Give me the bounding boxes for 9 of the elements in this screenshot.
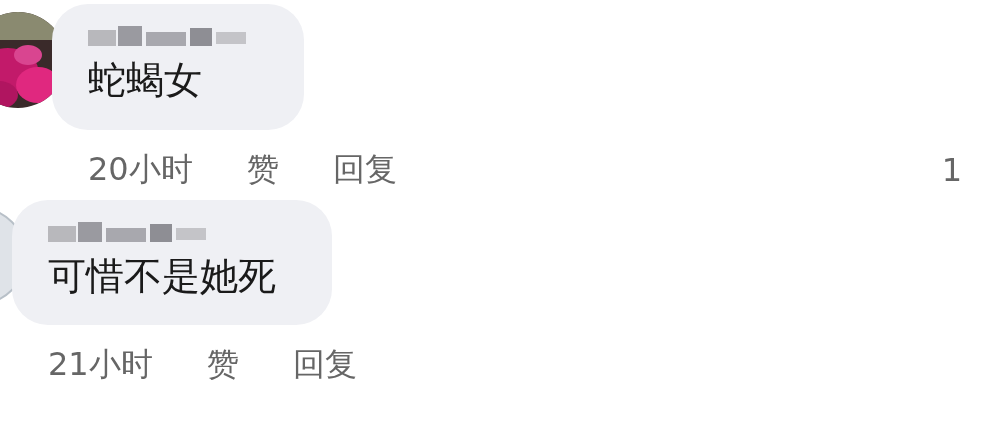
- like-link[interactable]: 赞: [246, 147, 279, 192]
- comment-time: 20小时: [88, 148, 193, 190]
- comment-text: 蛇蝎女: [88, 58, 203, 104]
- comment-time: 21小时: [48, 344, 153, 386]
- reaction-count: 1: [941, 150, 962, 189]
- like-link[interactable]: 赞: [206, 343, 239, 388]
- comment-text: 可惜不是她死: [48, 253, 276, 300]
- reply-link[interactable]: 回复: [292, 343, 357, 388]
- reply-link[interactable]: 回复: [332, 147, 397, 192]
